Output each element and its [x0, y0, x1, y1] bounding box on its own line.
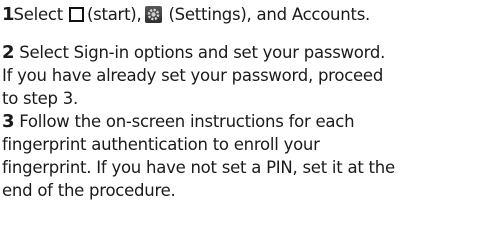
step-2-text: Select Sign-in options and set your pass… — [14, 43, 386, 62]
step-1-text-b: (start), — [86, 5, 142, 24]
instructions-document: 1Select (start), (Settings), and Account… — [0, 0, 503, 243]
step-2-number: 2 — [2, 42, 15, 63]
step-1: 1Select (start), (Settings), and Account… — [2, 3, 370, 26]
settings-icon — [144, 6, 162, 23]
step-1-text-a: Select — [13, 5, 64, 24]
step-3-line-2: fingerprint authentication to enroll you… — [2, 135, 320, 154]
step-3-line-3: fingerprint. If you have not set a PIN, … — [2, 158, 395, 177]
start-icon — [68, 7, 84, 22]
step-2-line-2: If you have already set your password, p… — [2, 66, 384, 85]
step-2-line-1: 2 Select Sign-in options and set your pa… — [2, 41, 385, 64]
step-3-text: Follow the on-screen instructions for ea… — [14, 112, 355, 131]
step-3-line-4: end of the procedure. — [2, 181, 176, 200]
step-2-line-3: to step 3. — [2, 89, 78, 108]
step-1-text-c: (Settings), and Accounts. — [163, 5, 371, 24]
step-1-number: 1 — [2, 4, 14, 25]
step-3-line-1: 3 Follow the on-screen instructions for … — [2, 110, 355, 133]
step-3-number: 3 — [2, 111, 15, 132]
